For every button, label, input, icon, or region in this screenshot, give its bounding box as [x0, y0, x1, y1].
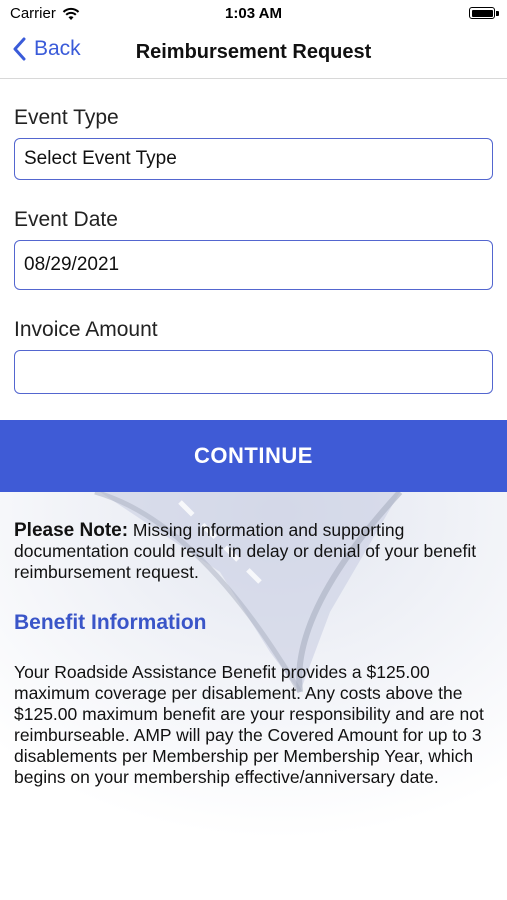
event-date-field[interactable]: 08/29/2021 [14, 240, 493, 290]
event-date-value: 08/29/2021 [24, 254, 120, 275]
please-note-text: Please Note: Missing information and sup… [14, 520, 494, 583]
benefit-heading: Benefit Information [14, 611, 207, 634]
event-type-label: Event Type [14, 106, 119, 129]
status-bar: Carrier 1:03 AM [0, 0, 507, 28]
benefit-text: Your Roadside Assistance Benefit provide… [14, 662, 484, 787]
status-time: 1:03 AM [225, 5, 282, 22]
page-title: Reimbursement Request [135, 41, 372, 63]
invoice-amount-field[interactable] [14, 350, 493, 394]
continue-button[interactable]: CONTINUE [0, 420, 507, 492]
navigation-bar: Back Reimbursement Request [0, 28, 507, 79]
event-type-select[interactable]: Select Event Type [14, 138, 493, 180]
battery-cap [496, 11, 499, 16]
event-type-value: Select Event Type [24, 148, 177, 169]
invoice-amount-label: Invoice Amount [14, 318, 158, 341]
battery-icon [469, 7, 495, 19]
continue-label: CONTINUE [194, 443, 313, 468]
event-date-label: Event Date [14, 208, 118, 231]
note-prefix: Please Note: [14, 520, 129, 541]
